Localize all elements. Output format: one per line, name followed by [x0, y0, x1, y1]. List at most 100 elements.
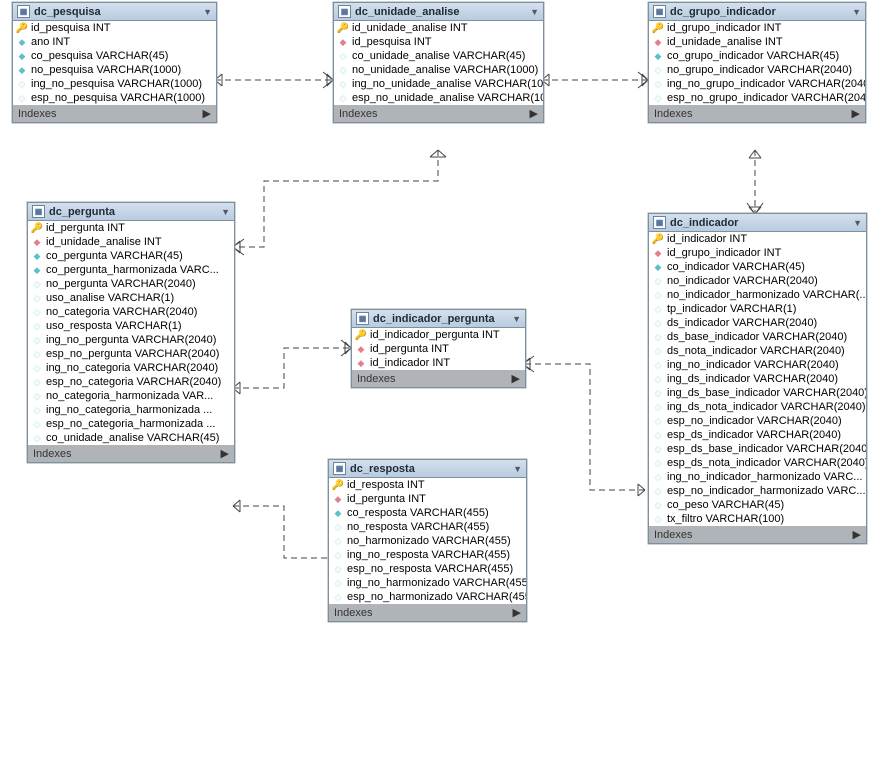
column-row[interactable]: ◇tx_filtro VARCHAR(100) [649, 512, 866, 526]
collapse-icon[interactable]: ▼ [853, 218, 862, 228]
column-row[interactable]: ◆id_unidade_analise INT [649, 35, 865, 49]
collapse-icon[interactable]: ▼ [221, 207, 230, 217]
indexes-footer[interactable]: Indexes▶ [649, 105, 865, 122]
column-row[interactable]: ◇ds_base_indicador VARCHAR(2040) [649, 330, 866, 344]
table-header[interactable]: ▦dc_pergunta▼ [28, 203, 234, 221]
expand-icon[interactable]: ▶ [853, 528, 861, 541]
column-row[interactable]: ◇esp_no_categoria_harmonizada ... [28, 417, 234, 431]
column-row[interactable]: ◇esp_no_harmonizado VARCHAR(455) [329, 590, 526, 604]
column-row[interactable]: ◇uso_resposta VARCHAR(1) [28, 319, 234, 333]
column-row[interactable]: ◇no_indicador_harmonizado VARCHAR(... [649, 288, 866, 302]
column-row[interactable]: ◇ing_no_pergunta VARCHAR(2040) [28, 333, 234, 347]
column-row[interactable]: ◆co_pergunta_harmonizada VARC... [28, 263, 234, 277]
column-row[interactable]: 🔑id_pesquisa INT [13, 21, 216, 35]
column-row[interactable]: ◇ing_ds_base_indicador VARCHAR(2040) [649, 386, 866, 400]
column-row[interactable]: ◇esp_ds_indicador VARCHAR(2040) [649, 428, 866, 442]
column-row[interactable]: 🔑id_grupo_indicador INT [649, 21, 865, 35]
table-header[interactable]: ▦dc_grupo_indicador▼ [649, 3, 865, 21]
column-row[interactable]: ◆co_indicador VARCHAR(45) [649, 260, 866, 274]
column-row[interactable]: ◇no_categoria_harmonizada VAR... [28, 389, 234, 403]
table-ind_perg[interactable]: ▦dc_indicador_pergunta▼🔑id_indicador_per… [351, 309, 526, 388]
expand-icon[interactable]: ▶ [852, 107, 860, 120]
collapse-icon[interactable]: ▼ [203, 7, 212, 17]
indexes-footer[interactable]: Indexes▶ [649, 526, 866, 543]
column-row[interactable]: ◇ing_no_unidade_analise VARCHAR(1000) [334, 77, 543, 91]
column-row[interactable]: ◇esp_no_unidade_analise VARCHAR(10... [334, 91, 543, 105]
column-row[interactable]: ◇no_grupo_indicador VARCHAR(2040) [649, 63, 865, 77]
column-row[interactable]: ◇ing_no_categoria VARCHAR(2040) [28, 361, 234, 375]
column-row[interactable]: ◆id_pergunta INT [329, 492, 526, 506]
column-row[interactable]: ◆co_pergunta VARCHAR(45) [28, 249, 234, 263]
column-row[interactable]: ◆co_resposta VARCHAR(455) [329, 506, 526, 520]
table-header[interactable]: ▦dc_indicador▼ [649, 214, 866, 232]
column-row[interactable]: ◇esp_no_pergunta VARCHAR(2040) [28, 347, 234, 361]
indexes-footer[interactable]: Indexes▶ [329, 604, 526, 621]
column-row[interactable]: ◇uso_analise VARCHAR(1) [28, 291, 234, 305]
column-row[interactable]: ◇ing_no_categoria_harmonizada ... [28, 403, 234, 417]
indexes-footer[interactable]: Indexes▶ [28, 445, 234, 462]
column-row[interactable]: ◆co_grupo_indicador VARCHAR(45) [649, 49, 865, 63]
column-row[interactable]: ◇esp_no_indicador VARCHAR(2040) [649, 414, 866, 428]
column-row[interactable]: ◇co_unidade_analise VARCHAR(45) [28, 431, 234, 445]
collapse-icon[interactable]: ▼ [852, 7, 861, 17]
table-header[interactable]: ▦dc_resposta▼ [329, 460, 526, 478]
column-row[interactable]: ◇no_pergunta VARCHAR(2040) [28, 277, 234, 291]
table-grupo[interactable]: ▦dc_grupo_indicador▼🔑id_grupo_indicador … [648, 2, 866, 123]
column-row[interactable]: ◇no_unidade_analise VARCHAR(1000) [334, 63, 543, 77]
column-row[interactable]: ◇no_categoria VARCHAR(2040) [28, 305, 234, 319]
column-row[interactable]: ◇esp_no_grupo_indicador VARCHAR(2040) [649, 91, 865, 105]
column-row[interactable]: ◆no_pesquisa VARCHAR(1000) [13, 63, 216, 77]
column-row[interactable]: ◆id_pesquisa INT [334, 35, 543, 49]
table-resposta[interactable]: ▦dc_resposta▼🔑id_resposta INT◆id_pergunt… [328, 459, 527, 622]
column-row[interactable]: ◇esp_no_resposta VARCHAR(455) [329, 562, 526, 576]
column-row[interactable]: ◇no_harmonizado VARCHAR(455) [329, 534, 526, 548]
table-indicador[interactable]: ▦dc_indicador▼🔑id_indicador INT◆id_grupo… [648, 213, 867, 544]
column-row[interactable]: ◇co_peso VARCHAR(45) [649, 498, 866, 512]
column-row[interactable]: ◆ano INT [13, 35, 216, 49]
table-unidade[interactable]: ▦dc_unidade_analise▼🔑id_unidade_analise … [333, 2, 544, 123]
indexes-footer[interactable]: Indexes▶ [352, 370, 525, 387]
collapse-icon[interactable]: ▼ [513, 464, 522, 474]
expand-icon[interactable]: ▶ [221, 447, 229, 460]
column-row[interactable]: ◇esp_no_categoria VARCHAR(2040) [28, 375, 234, 389]
table-header[interactable]: ▦dc_pesquisa▼ [13, 3, 216, 21]
table-header[interactable]: ▦dc_unidade_analise▼ [334, 3, 543, 21]
collapse-icon[interactable]: ▼ [530, 7, 539, 17]
column-row[interactable]: 🔑id_indicador INT [649, 232, 866, 246]
column-row[interactable]: ◆id_grupo_indicador INT [649, 246, 866, 260]
column-row[interactable]: ◇tp_indicador VARCHAR(1) [649, 302, 866, 316]
column-row[interactable]: ◆id_unidade_analise INT [28, 235, 234, 249]
table-header[interactable]: ▦dc_indicador_pergunta▼ [352, 310, 525, 328]
column-row[interactable]: ◇ing_no_grupo_indicador VARCHAR(2040) [649, 77, 865, 91]
column-row[interactable]: ◇esp_no_indicador_harmonizado VARC... [649, 484, 866, 498]
column-row[interactable]: ◇esp_ds_nota_indicador VARCHAR(2040) [649, 456, 866, 470]
column-row[interactable]: ◆id_pergunta INT [352, 342, 525, 356]
column-row[interactable]: ◇no_resposta VARCHAR(455) [329, 520, 526, 534]
column-row[interactable]: ◇ing_ds_nota_indicador VARCHAR(2040) [649, 400, 866, 414]
column-row[interactable]: ◇ds_indicador VARCHAR(2040) [649, 316, 866, 330]
table-pergunta[interactable]: ▦dc_pergunta▼🔑id_pergunta INT◆id_unidade… [27, 202, 235, 463]
indexes-footer[interactable]: Indexes▶ [334, 105, 543, 122]
collapse-icon[interactable]: ▼ [512, 314, 521, 324]
column-row[interactable]: ◇ing_no_harmonizado VARCHAR(455) [329, 576, 526, 590]
column-row[interactable]: 🔑id_pergunta INT [28, 221, 234, 235]
column-row[interactable]: ◇ing_no_pesquisa VARCHAR(1000) [13, 77, 216, 91]
column-row[interactable]: ◇ds_nota_indicador VARCHAR(2040) [649, 344, 866, 358]
column-row[interactable]: ◇co_unidade_analise VARCHAR(45) [334, 49, 543, 63]
expand-icon[interactable]: ▶ [512, 372, 520, 385]
column-row[interactable]: 🔑id_resposta INT [329, 478, 526, 492]
table-pesquisa[interactable]: ▦dc_pesquisa▼🔑id_pesquisa INT◆ano INT◆co… [12, 2, 217, 123]
column-row[interactable]: ◇esp_ds_base_indicador VARCHAR(2040) [649, 442, 866, 456]
expand-icon[interactable]: ▶ [513, 606, 521, 619]
column-row[interactable]: ◇ing_no_indicador_harmonizado VARC... [649, 470, 866, 484]
indexes-footer[interactable]: Indexes▶ [13, 105, 216, 122]
expand-icon[interactable]: ▶ [530, 107, 538, 120]
column-row[interactable]: ◇ing_ds_indicador VARCHAR(2040) [649, 372, 866, 386]
column-row[interactable]: ◆id_indicador INT [352, 356, 525, 370]
column-row[interactable]: ◇no_indicador VARCHAR(2040) [649, 274, 866, 288]
column-row[interactable]: ◆co_pesquisa VARCHAR(45) [13, 49, 216, 63]
column-row[interactable]: ◇ing_no_resposta VARCHAR(455) [329, 548, 526, 562]
column-row[interactable]: 🔑id_unidade_analise INT [334, 21, 543, 35]
expand-icon[interactable]: ▶ [203, 107, 211, 120]
column-row[interactable]: ◇ing_no_indicador VARCHAR(2040) [649, 358, 866, 372]
